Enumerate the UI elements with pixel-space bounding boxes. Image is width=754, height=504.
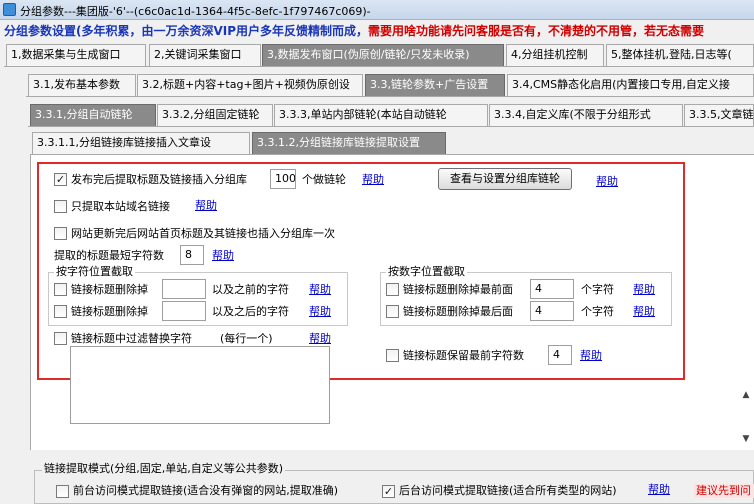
keep-front-checkbox[interactable] — [386, 349, 399, 362]
tab-keyword-collection[interactable]: 2,关键词采集窗口 — [149, 44, 261, 66]
update-homepage-label: 网站更新完后网站首页标题及其链接也插入分组库一次 — [71, 227, 335, 240]
tab-group-fixed-link[interactable]: 3.3.2,分组固定链轮 — [157, 104, 273, 126]
tab-link-wheel-ads[interactable]: 3.3,链轮参数+广告设置 — [365, 74, 505, 96]
tab-link-extract-settings[interactable]: 3.3.1.2,分组链接库链接提取设置 — [252, 132, 446, 154]
suggestion-text: 建议先到问 — [694, 484, 754, 498]
help-link[interactable]: 帮助 — [309, 283, 331, 297]
tab-data-publish[interactable]: 3,数据发布窗口(伪原创/链轮/只发未收录) — [262, 44, 504, 66]
notice-text-blue: 分组参数设置(多年积累，由一万余资深VIP用户多年反馈精制而成， — [4, 24, 369, 38]
tab-article-link[interactable]: 3.3.5,文章链 — [684, 104, 754, 126]
tab-data-collection[interactable]: 1,数据采集与生成窗口 — [6, 44, 146, 66]
tab-cms-static[interactable]: 3.4,CMS静态化启用(内置接口专用,自定义接 — [507, 74, 754, 96]
filter-replace-note: (每行一个) — [220, 332, 273, 345]
delete-back-checkbox[interactable] — [386, 305, 399, 318]
filter-replace-textarea[interactable] — [70, 346, 330, 424]
only-domain-label: 只提取本站域名链接 — [71, 200, 170, 213]
delete-back-suffix: 个字符 — [581, 305, 614, 318]
tab-group-auto-link[interactable]: 3.3.1,分组自动链轮 — [30, 104, 156, 126]
tab-publish-basic[interactable]: 3.1,发布基本参数 — [28, 74, 136, 96]
help-link[interactable]: 帮助 — [596, 175, 618, 189]
delete-front-input[interactable]: 4 — [530, 279, 574, 299]
tabs-level4: 3.3.1.1,分组链接库链接插入文章设 3.3.1.2,分组链接库链接提取设置 — [0, 132, 754, 154]
divider — [28, 126, 754, 127]
tab-group-control[interactable]: 4,分组挂机控制 — [506, 44, 604, 66]
help-link[interactable]: 帮助 — [309, 332, 331, 346]
delete-back-input[interactable]: 4 — [530, 301, 574, 321]
delete-before-suffix: 以及之前的字符 — [212, 283, 289, 296]
front-mode-label: 前台访问模式提取链接(适合没有弹窗的网站,提取准确) — [73, 484, 339, 497]
help-link[interactable]: 帮助 — [648, 483, 670, 497]
tabs-level2: 3.1,发布基本参数 3.2,标题+内容+tag+图片+视频伪原创设 3.3,链… — [0, 74, 754, 96]
filter-replace-label: 链接标题中过滤替换字符 — [71, 332, 192, 345]
delete-before-checkbox[interactable] — [54, 283, 67, 296]
back-mode-label: 后台访问模式提取链接(适合所有类型的网站) — [399, 484, 617, 497]
extract-title-label: 发布完后提取标题及链接插入分组库 — [71, 173, 247, 186]
scroll-up-icon[interactable]: ▲ — [740, 386, 752, 404]
tab-overall-hosting[interactable]: 5,整体挂机,登陆,日志等( — [606, 44, 754, 66]
help-link[interactable]: 帮助 — [212, 249, 234, 263]
notice-text-red: 需要用啥功能请先问客服是否有，不清楚的不用管，若无态需要 — [368, 24, 705, 38]
extract-count-suffix: 个做链轮 — [302, 173, 346, 186]
delete-after-label: 链接标题删除掉 — [71, 305, 148, 318]
delete-front-suffix: 个字符 — [581, 283, 614, 296]
help-link[interactable]: 帮助 — [309, 305, 331, 319]
delete-after-checkbox[interactable] — [54, 305, 67, 318]
filter-replace-checkbox[interactable] — [54, 332, 67, 345]
tab-site-internal-link[interactable]: 3.3.3,单站内部链轮(本站自动链轮 — [274, 104, 488, 126]
view-group-library-button[interactable]: 查看与设置分组库链轮 — [438, 168, 572, 190]
delete-before-input[interactable] — [162, 279, 206, 299]
help-link[interactable]: 帮助 — [362, 173, 384, 187]
num-position-group-title: 按数字位置截取 — [386, 265, 467, 278]
tab-link-insert-settings[interactable]: 3.3.1.1,分组链接库链接插入文章设 — [32, 132, 250, 154]
min-title-len-input[interactable]: 8 — [180, 245, 204, 265]
title-bar: 分组参数---集团版-'6'--(c6c0ac1d-1364-4f5c-8efc… — [0, 0, 754, 20]
extract-count-input[interactable]: 100 — [270, 169, 296, 189]
delete-front-checkbox[interactable] — [386, 283, 399, 296]
min-title-len-label: 提取的标题最短字符数 — [54, 249, 164, 262]
help-link[interactable]: 帮助 — [580, 349, 602, 363]
only-domain-checkbox[interactable] — [54, 200, 67, 213]
help-link[interactable]: 帮助 — [633, 305, 655, 319]
keep-front-label: 链接标题保留最前字符数 — [403, 349, 524, 362]
tabs-level1: 1,数据采集与生成窗口 2,关键词采集窗口 3,数据发布窗口(伪原创/链轮/只发… — [0, 44, 754, 66]
front-mode-checkbox[interactable] — [56, 485, 69, 498]
tab-title-content-rewrite[interactable]: 3.2,标题+内容+tag+图片+视频伪原创设 — [137, 74, 363, 96]
delete-back-label: 链接标题删除掉最后面 — [403, 305, 513, 318]
divider — [4, 66, 754, 67]
delete-front-label: 链接标题删除掉最前面 — [403, 283, 513, 296]
divider — [26, 96, 754, 97]
link-extract-mode-title: 链接提取模式(分组,固定,单站,自定义等公共参数) — [42, 462, 286, 475]
scroll-down-icon[interactable]: ▼ — [740, 430, 752, 448]
window-title: 分组参数---集团版-'6'--(c6c0ac1d-1364-4f5c-8efc… — [20, 5, 371, 18]
tab-custom-library[interactable]: 3.3.4,自定义库(不限于分组形式 — [489, 104, 683, 126]
extract-title-checkbox[interactable]: ✓ — [54, 173, 67, 186]
delete-after-input[interactable] — [162, 301, 206, 321]
help-link[interactable]: 帮助 — [633, 283, 655, 297]
app-icon — [3, 3, 16, 16]
delete-before-label: 链接标题删除掉 — [71, 283, 148, 296]
tabs-level3: 3.3.1,分组自动链轮 3.3.2,分组固定链轮 3.3.3,单站内部链轮(本… — [0, 104, 754, 126]
back-mode-checkbox[interactable]: ✓ — [382, 485, 395, 498]
help-link[interactable]: 帮助 — [195, 199, 217, 213]
char-position-group-title: 按字符位置截取 — [54, 265, 135, 278]
notice-banner: 分组参数设置(多年积累，由一万余资深VIP用户多年反馈精制而成，需要用啥功能请先… — [4, 22, 754, 40]
keep-front-input[interactable]: 4 — [548, 345, 572, 365]
delete-after-suffix: 以及之后的字符 — [212, 305, 289, 318]
update-homepage-checkbox[interactable] — [54, 227, 67, 240]
